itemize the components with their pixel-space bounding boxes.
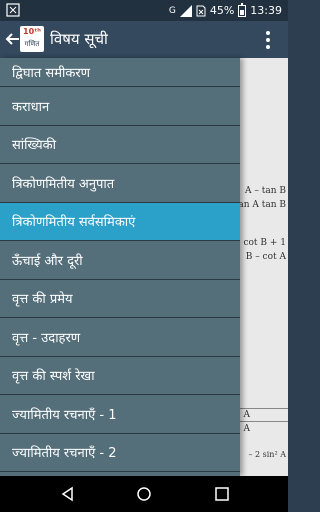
drawer-item-label: त्रिकोणमितीय सर्वसमिकाएं: [12, 215, 136, 231]
overflow-menu-icon[interactable]: [266, 31, 270, 49]
drawer-item-label: वृत्त की प्रमेय: [12, 292, 73, 308]
app-logo-bottom: गणित: [24, 40, 40, 48]
drawer-item[interactable]: वृत्त - उदाहरण: [0, 318, 240, 357]
nav-back-icon[interactable]: [60, 486, 76, 502]
drawer-item-label: वृत्त की स्पर्श रेखा: [12, 369, 95, 385]
app-logo[interactable]: 10ᵗʰ गणित: [20, 26, 44, 52]
drawer-item-label: ज्यामितीय रचनाएँ - 2: [12, 446, 117, 462]
battery-icon: [238, 2, 247, 17]
drawer-item[interactable]: त्रिकोणमितीय अनुपात: [0, 164, 240, 203]
bg-text-line: B – cot A: [245, 252, 286, 262]
drawer-item[interactable]: कराधान: [0, 87, 240, 126]
drawer-item[interactable]: द्विघात समीकरण: [0, 58, 240, 87]
no-sim-icon: [196, 5, 206, 16]
background-content: A – tan B an A tan B cot B + 1 B – cot A…: [240, 58, 288, 476]
drawer-item[interactable]: ज्यामितीय रचनाएँ - 1: [0, 395, 240, 434]
bg-text-line: A: [243, 424, 251, 434]
signal-icon: [179, 4, 192, 17]
drawer-item-label: वृत्त - उदाहरण: [12, 330, 81, 346]
battery-percent: 45%: [209, 4, 235, 17]
bg-text-line: – 2 sin² A: [248, 450, 286, 459]
status-bar: G 45% 13:39: [0, 0, 288, 21]
app-bar: 10ᵗʰ गणित विषय सूची: [0, 21, 288, 58]
drawer-item-label: द्विघात समीकरण: [12, 66, 91, 81]
drawer-item-label: ज्यामितीय रचनाएँ - 1: [12, 407, 117, 423]
drawer-item-label: ऊँचाई और दूरी: [12, 253, 83, 269]
drawer-item-label: सांख्यिकी: [12, 138, 57, 154]
bg-text-line: cot B + 1: [243, 238, 286, 248]
drawer-item[interactable]: ऊँचाई और दूरी: [0, 241, 240, 280]
drawer-item-label: कराधान: [12, 99, 50, 115]
nav-home-icon[interactable]: [136, 486, 152, 502]
bg-text-line: A: [243, 410, 251, 420]
app-logo-top: 10ᵗʰ: [23, 27, 41, 36]
clock: 13:39: [250, 4, 282, 17]
drawer-item[interactable]: वृत्त की प्रमेय: [0, 279, 240, 318]
drawer-item-selected[interactable]: त्रिकोणमितीय सर्वसमिकाएं: [0, 202, 240, 241]
status-indicators: G 45% 13:39: [169, 2, 282, 19]
drawer-item[interactable]: सांख्यिकी: [0, 125, 240, 164]
network-type-label: G: [168, 5, 176, 16]
bg-text-line: A – tan B: [245, 186, 286, 196]
system-nav-bar: [0, 476, 288, 512]
notification-icon: [6, 3, 20, 17]
page-title: विषय सूची: [50, 30, 108, 48]
drawer-item[interactable]: वृत्त की स्पर्श रेखा: [0, 356, 240, 395]
nav-recent-apps-icon[interactable]: [214, 486, 230, 502]
navigation-drawer: द्विघात समीकरण कराधान सांख्यिकी त्रिकोणम…: [0, 58, 240, 476]
bg-text-line: an A tan B: [240, 200, 286, 210]
drawer-item[interactable]: ज्यामितीय रचनाएँ - 2: [0, 433, 240, 472]
drawer-item-label: त्रिकोणमितीय अनुपात: [12, 176, 115, 192]
